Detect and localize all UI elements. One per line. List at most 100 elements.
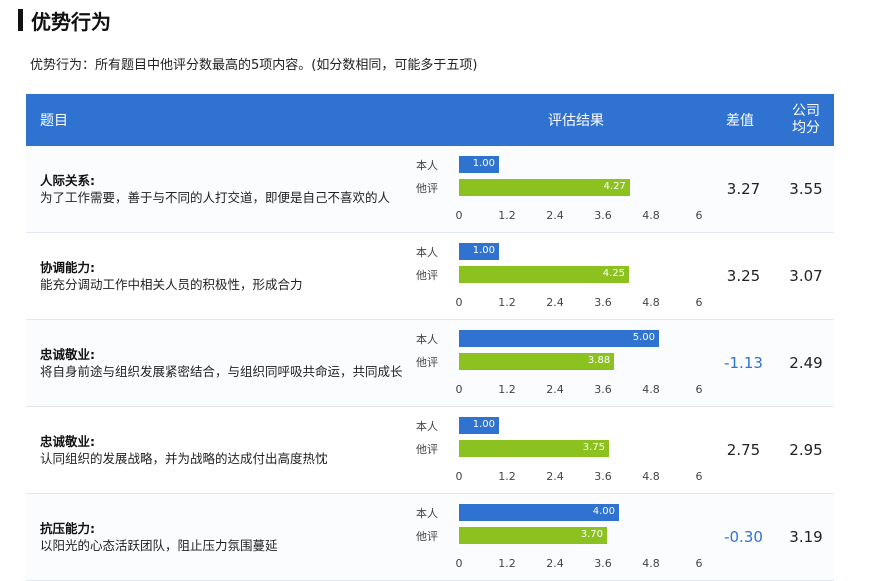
page-title: 优势行为 xyxy=(31,9,111,34)
self-score-bar: 4.00 xyxy=(459,504,619,521)
column-header-diff: 差值 xyxy=(726,113,754,129)
series-label-self: 本人 xyxy=(416,333,438,346)
topic-name: 忠诚敬业: xyxy=(40,434,95,449)
table-row: 协调能力: 能充分调动工作中相关人员的积极性，形成合力 本人他评 1.00 4.25 0 1… xyxy=(26,233,834,320)
table-body: 人际关系: 为了工作需要，善于与不同的人打交道，即便是自己不喜欢的人 本人 他评 1.0… xyxy=(26,146,834,581)
axis-tick-label: 2.4 xyxy=(546,209,564,222)
series-label-other: 他评 xyxy=(416,443,438,456)
topic-name: 人际关系: xyxy=(40,173,95,188)
table-row: 人际关系: 为了工作需要，善于与不同的人打交道，即便是自己不喜欢的人 本人他评 1.0… xyxy=(26,146,834,233)
topic-cell: 忠诚敬业: 认同组织的发展战略，并为战略的达成付出高度热忱 xyxy=(40,407,410,493)
series-label-self: 本人 xyxy=(416,159,438,172)
bar-value-label: 4.25 xyxy=(602,268,625,279)
topic-name: 忠诚敬业: xyxy=(40,347,95,362)
bar-value-label: 5.00 xyxy=(632,332,655,343)
topic-description: 将自身前途与组织发展紧密结合，与组织同呼吸共命运，共同成长 xyxy=(40,364,403,379)
axis-tick-label: 0 xyxy=(455,470,463,483)
other-score-bar: 3.70 xyxy=(459,527,607,544)
axis-tick-label: 1.2 xyxy=(498,383,516,396)
column-header-topic: 题目 xyxy=(40,113,68,129)
section-title: 优势行为 xyxy=(18,6,111,34)
axis-tick-label: 6 xyxy=(695,209,703,222)
self-score-bar: 1.00 xyxy=(459,156,499,173)
score-bar-chart: 本人他评 5.00 3.88 0 1.2 2.4 3.6 4.8 6 xyxy=(412,326,712,406)
score-bar-chart: 本人他评 1.00 4.27 0 1.2 2.4 3.6 4.8 6 xyxy=(412,152,712,232)
topic-cell: 协调能力: 能充分调动工作中相关人员的积极性，形成合力 xyxy=(40,233,410,319)
self-score-bar: 5.00 xyxy=(459,330,659,347)
bar-value-label: 4.00 xyxy=(592,506,615,517)
axis-tick-label: 3.6 xyxy=(594,296,612,309)
series-label-self: 本人 xyxy=(416,246,438,259)
score-bar-chart: 本人他评 4.00 3.70 0 1.2 2.4 3.6 4.8 6 xyxy=(412,500,712,580)
series-label-other: 他评 xyxy=(416,356,438,369)
topic-name: 协调能力: xyxy=(40,260,95,275)
table-row: 忠诚敬业: 将自身前途与组织发展紧密结合，与组织同呼吸共命运，共同成长 本人他评 5.… xyxy=(26,320,834,407)
other-score-bar: 4.27 xyxy=(459,179,630,196)
bar-value-label: 3.88 xyxy=(587,355,611,366)
other-score-bar: 3.88 xyxy=(459,353,615,370)
axis-tick-label: 4.8 xyxy=(642,470,660,483)
bar-value-label: 3.70 xyxy=(580,529,603,540)
company-average-value: 2.49 xyxy=(789,354,823,372)
score-bar-chart: 本人 他评 1.00 3.75 0 1.2 2.4 3.6 4.8 6 xyxy=(412,413,712,493)
axis-tick-label: 0 xyxy=(455,209,463,222)
topic-description: 能充分调动工作中相关人员的积极性，形成合力 xyxy=(40,277,303,292)
series-label-other: 他评 xyxy=(416,269,438,282)
axis-tick-label: 0 xyxy=(455,383,463,396)
column-header-result: 评估结果 xyxy=(548,113,604,129)
series-label-self: 本人 xyxy=(416,420,438,433)
axis-tick-label: 4.8 xyxy=(642,383,660,396)
axis-tick-label: 4.8 xyxy=(642,209,660,222)
axis-tick-label: 6 xyxy=(695,296,703,309)
axis-tick-label: 2.4 xyxy=(546,470,564,483)
bar-value-label: 4.27 xyxy=(603,181,626,192)
diff-value: 3.27 xyxy=(726,180,761,198)
axis-tick-label: 2.4 xyxy=(546,557,564,570)
title-accent-bar xyxy=(18,9,23,31)
company-average-value: 3.55 xyxy=(789,180,823,198)
section-description: 优势行为：所有题目中他评分数最高的5项内容。(如分数相同，可能多于五项) xyxy=(30,58,478,73)
axis-tick-label: 3.6 xyxy=(594,383,612,396)
bar-value-label: 1.00 xyxy=(472,419,495,430)
axis-tick-label: 6 xyxy=(695,557,703,570)
bar-value-label: 1.00 xyxy=(472,245,495,256)
axis-tick-label: 4.8 xyxy=(642,557,660,570)
series-label-other: 他评 xyxy=(416,530,438,543)
bar-value-label: 1.00 xyxy=(472,158,495,169)
axis-tick-label: 2.4 xyxy=(546,296,564,309)
topic-cell: 人际关系: 为了工作需要，善于与不同的人打交道，即便是自己不喜欢的人 xyxy=(40,146,410,232)
self-score-bar: 1.00 xyxy=(459,243,499,260)
other-score-bar: 4.25 xyxy=(459,266,629,283)
topic-description: 以阳光的心态活跃团队，阻止压力氛围蔓延 xyxy=(40,538,278,553)
axis-tick-label: 4.8 xyxy=(642,296,660,309)
axis-tick-label: 1.2 xyxy=(498,557,516,570)
table-row: 忠诚敬业: 认同组织的发展战略，并为战略的达成付出高度热忱 本人 他评 1.00 3.75… xyxy=(26,407,834,494)
diff-value: -1.13 xyxy=(724,354,763,372)
axis-tick-label: 0 xyxy=(455,557,463,570)
table-row: 抗压能力: 以阳光的心态活跃团队，阻止压力氛围蔓延 本人他评 4.00 3.70 0 1.2… xyxy=(26,494,834,581)
series-label-self: 本人 xyxy=(416,507,438,520)
axis-tick-label: 3.6 xyxy=(594,209,612,222)
axis-tick-label: 0 xyxy=(455,296,463,309)
table-header: 题目 评估结果 差值 公司均分 xyxy=(26,94,834,146)
company-average-value: 3.07 xyxy=(789,267,823,285)
axis-tick-label: 2.4 xyxy=(546,383,564,396)
diff-value: 3.25 xyxy=(726,267,761,285)
company-average-value: 3.19 xyxy=(789,528,823,546)
axis-tick-label: 6 xyxy=(695,383,703,396)
topic-name: 抗压能力: xyxy=(40,521,95,536)
topic-description: 认同组织的发展战略，并为战略的达成付出高度热忱 xyxy=(40,451,328,466)
axis-tick-label: 3.6 xyxy=(594,557,612,570)
strengths-table: 题目 评估结果 差值 公司均分 人际关系: 为了工作需要，善于与不同的人打交道，即… xyxy=(26,94,834,581)
diff-value: -0.30 xyxy=(724,528,763,546)
axis-tick-label: 1.2 xyxy=(498,296,516,309)
company-average-value: 2.95 xyxy=(789,441,823,459)
self-score-bar: 1.00 xyxy=(459,417,499,434)
axis-tick-label: 1.2 xyxy=(498,470,516,483)
axis-tick-label: 1.2 xyxy=(498,209,516,222)
axis-tick-label: 3.6 xyxy=(594,470,612,483)
topic-cell: 抗压能力: 以阳光的心态活跃团队，阻止压力氛围蔓延 xyxy=(40,494,410,580)
diff-value: 2.75 xyxy=(726,441,761,459)
series-label-other: 他评 xyxy=(416,182,438,195)
score-bar-chart: 本人他评 1.00 4.25 0 1.2 2.4 3.6 4.8 6 xyxy=(412,239,712,319)
